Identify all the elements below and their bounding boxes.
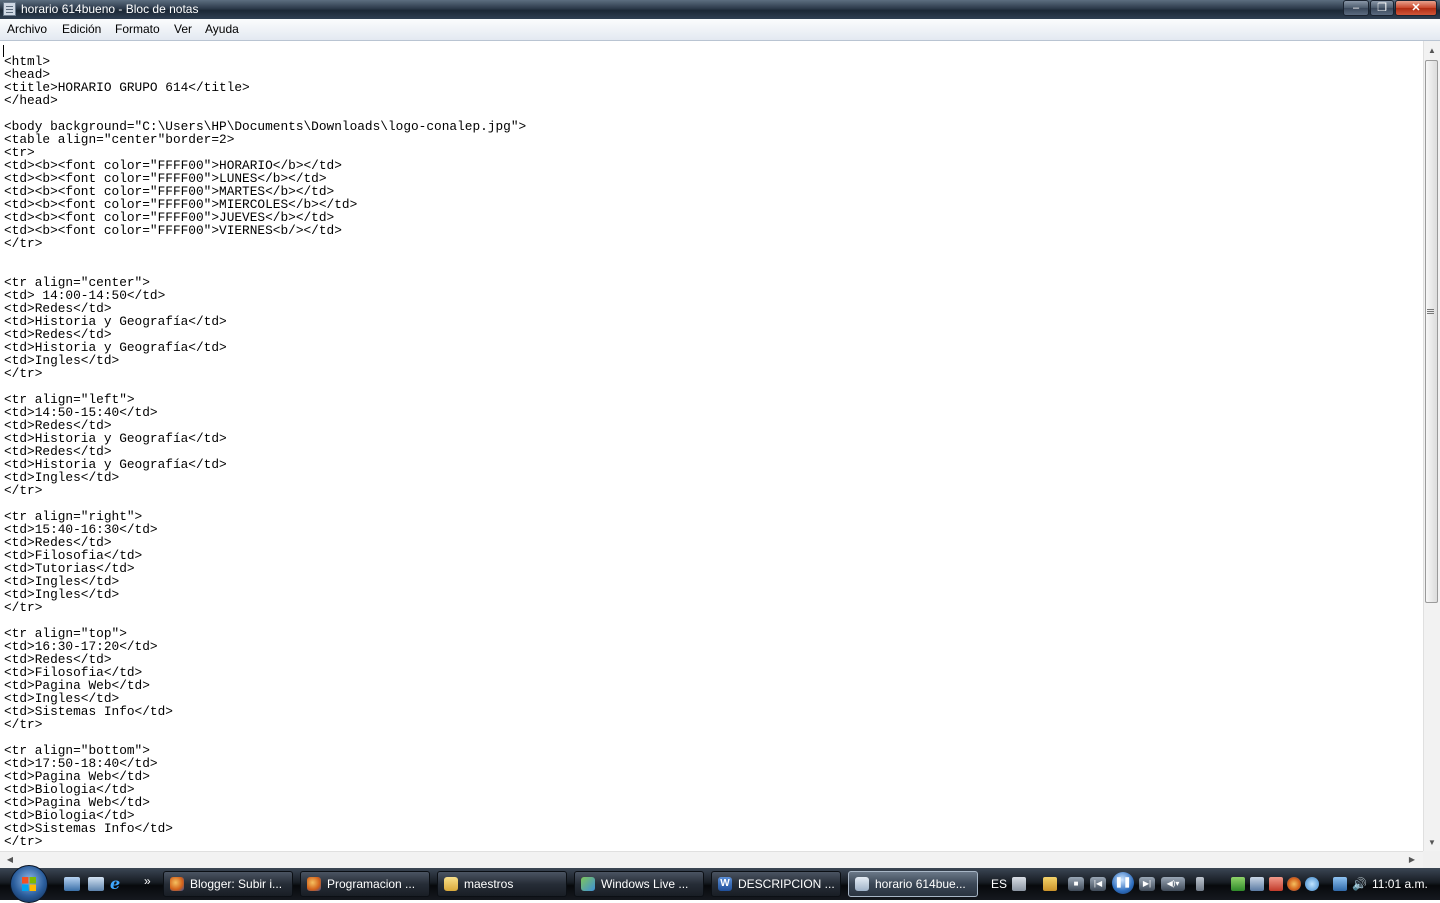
taskbar-item-horario[interactable]: horario 614bue... <box>848 871 978 897</box>
stop-icon[interactable]: ■ <box>1068 877 1084 891</box>
menu-archivo[interactable]: Archivo <box>7 22 47 36</box>
internet-explorer-icon[interactable]: e <box>110 876 126 892</box>
menu-formato[interactable]: Formato <box>115 22 160 36</box>
show-desktop-icon[interactable] <box>64 877 80 891</box>
window-title: horario 614bueno - Bloc de notas <box>21 2 199 16</box>
scroll-down-arrow-icon[interactable]: ▼ <box>1424 835 1440 851</box>
quicklaunch-more-icon[interactable]: » <box>144 874 160 888</box>
security-icon[interactable] <box>1231 877 1245 891</box>
windows-live-icon <box>581 877 595 891</box>
keyboard-icon[interactable] <box>1012 877 1026 891</box>
vertical-scrollbar[interactable]: ▲ ▼ <box>1423 41 1440 851</box>
scroll-up-arrow-icon[interactable]: ▲ <box>1424 43 1440 59</box>
task-label: maestros <box>464 877 514 891</box>
task-label: Blogger: Subir i... <box>190 877 283 891</box>
alert-icon[interactable] <box>1269 877 1283 891</box>
switch-windows-icon[interactable] <box>88 877 104 891</box>
firefox-icon <box>307 877 321 891</box>
messenger-icon[interactable] <box>1305 877 1319 891</box>
speaker-icon[interactable]: 🔊 <box>1352 877 1367 891</box>
firefox-tray-icon[interactable] <box>1287 877 1301 891</box>
network-icon[interactable] <box>1250 877 1264 891</box>
folder-icon <box>444 877 458 891</box>
maximize-button[interactable]: ❐ <box>1370 0 1394 16</box>
task-label: DESCRIPCION ... <box>738 877 835 891</box>
menu-ver[interactable]: Ver <box>174 22 192 36</box>
clock[interactable]: 11:01 a.m. <box>1372 877 1428 891</box>
text-editor[interactable]: <html> <head> <title>HORARIO GRUPO 614</… <box>0 41 1423 851</box>
volume-icon[interactable]: ◀)▾ <box>1161 877 1185 891</box>
taskbar-item-blogger[interactable]: Blogger: Subir i... <box>163 871 293 897</box>
scroll-right-arrow-icon[interactable]: ▶ <box>1404 852 1420 868</box>
windows-logo-icon <box>22 877 36 891</box>
taskbar-item-windows-live[interactable]: Windows Live ... <box>574 871 704 897</box>
scrollbar-corner <box>1423 851 1440 868</box>
taskbar-item-programacion[interactable]: Programacion ... <box>300 871 430 897</box>
taskbar-item-descripcion[interactable]: W DESCRIPCION ... <box>711 871 841 897</box>
start-button[interactable] <box>10 865 48 903</box>
network-status-icon[interactable] <box>1333 877 1347 891</box>
taskbar: e » Blogger: Subir i... Programacion ...… <box>0 865 1440 903</box>
menu-edicion[interactable]: Edición <box>62 22 101 36</box>
menu-ayuda[interactable]: Ayuda <box>205 22 239 36</box>
previous-track-icon[interactable]: |◀ <box>1090 877 1106 891</box>
word-icon: W <box>718 877 732 891</box>
next-track-icon[interactable]: ▶| <box>1139 877 1155 891</box>
notepad-icon <box>855 877 869 891</box>
firefox-icon <box>170 877 184 891</box>
scroll-left-arrow-icon[interactable]: ◀ <box>2 852 18 868</box>
horizontal-scrollbar[interactable]: ◀ ▶ <box>0 851 1423 868</box>
scroll-grip-icon <box>1427 309 1434 310</box>
language-indicator[interactable]: ES <box>991 877 1007 891</box>
task-label: Windows Live ... <box>601 877 689 891</box>
restore-mini-player-icon[interactable] <box>1196 877 1204 891</box>
vertical-scroll-thumb[interactable] <box>1425 60 1438 603</box>
editor-content[interactable]: <html> <head> <title>HORARIO GRUPO 614</… <box>4 55 526 848</box>
pause-icon[interactable]: ❚❚ <box>1112 872 1134 894</box>
notepad-icon <box>3 2 16 16</box>
title-bar[interactable]: horario 614bueno - Bloc de notas ‒ ❐ ✕ <box>0 0 1440 19</box>
taskbar-item-maestros[interactable]: maestros <box>437 871 567 897</box>
task-label: horario 614bue... <box>875 877 966 891</box>
menu-bar: Archivo Edición Formato Ver Ayuda <box>0 19 1440 41</box>
task-label: Programacion ... <box>327 877 416 891</box>
media-player-icon[interactable] <box>1043 877 1057 891</box>
minimize-button[interactable]: ‒ <box>1343 0 1369 16</box>
close-button[interactable]: ✕ <box>1395 0 1437 16</box>
